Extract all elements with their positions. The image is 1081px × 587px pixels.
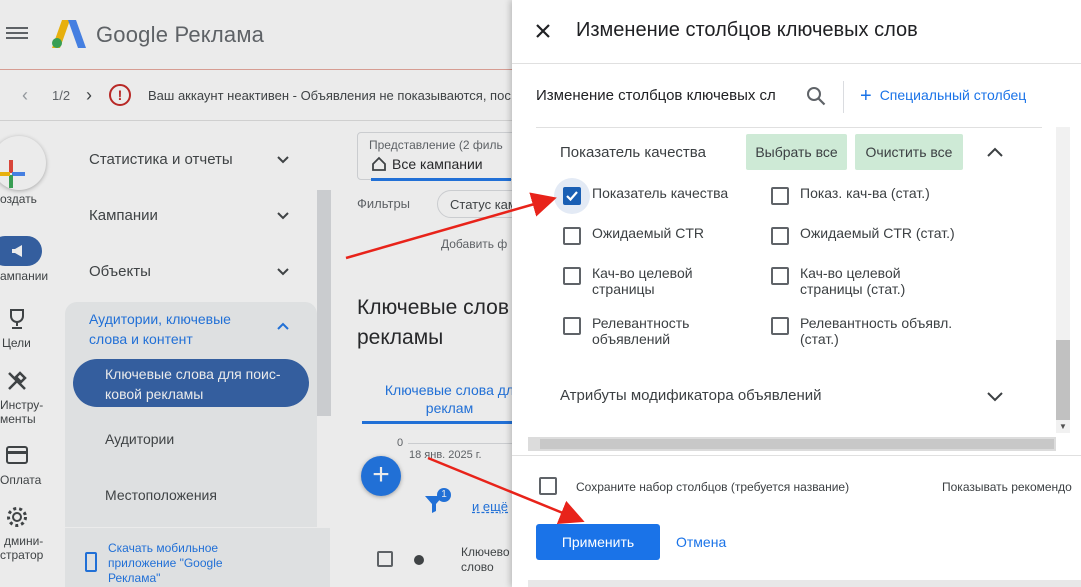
select-all-button[interactable]: Выбрать все [746,134,847,170]
checkbox-label: Кач-во целевой страницы (стат.) [800,265,905,297]
modal-scrim[interactable] [0,0,512,587]
checkbox-label: Показатель качества [592,185,728,201]
checkbox-quality-score[interactable] [563,187,581,205]
custom-column-button[interactable]: + Специальный столбец [860,85,1026,108]
checkbox-expected-ctr[interactable] [563,227,581,245]
search-divider [843,81,844,113]
label-line1: Релевантность объявл. [800,315,953,331]
label-line1: Показатель качества [592,185,729,201]
checkbox-label: Ожидаемый CTR (стат.) [800,225,955,241]
label-line1: Кач-во целевой [800,265,901,281]
label-line1: Ожидаемый CTR [592,225,704,241]
checkbox-expected-ctr-hist[interactable] [771,227,789,245]
chevron-up-icon[interactable] [984,142,1006,164]
checkbox-landing-page-hist[interactable] [771,267,789,285]
checkbox-landing-page[interactable] [563,267,581,285]
clear-all-button[interactable]: Очистить все [855,134,963,170]
scroll-down-icon[interactable]: ▼ [1056,420,1070,434]
apply-button[interactable]: Применить [536,524,660,560]
checkbox-quality-score-hist[interactable] [771,187,789,205]
checkbox-ad-relevance[interactable] [563,317,581,335]
panel-header: Изменение столбцов ключевых слов [512,0,1081,64]
plus-icon: + [860,85,872,107]
show-recommendations-label: Показывать рекомендо [942,480,1072,494]
label-line2: (стат.) [800,331,839,347]
label-line1: Показ. кач-ва (стат.) [800,185,930,201]
label-line1: Кач-во целевой [592,265,693,281]
close-icon[interactable] [530,18,556,44]
label-line2: объявлений [592,331,671,347]
footer-divider [512,455,1081,456]
panel-title: Изменение столбцов ключевых слов [576,19,918,41]
label-line1: Ожидаемый CTR (стат.) [800,225,955,241]
column-search-input[interactable]: Изменение столбцов ключевых сл [536,87,804,104]
panel-bottom-bar [528,580,1081,587]
checkbox-ad-relevance-hist[interactable] [771,317,789,335]
save-column-set-label: Сохраните набор столбцов (требуется назв… [576,480,850,494]
checkmark-icon [566,191,578,202]
checkbox-label: Показ. кач-ва (стат.) [800,185,930,201]
checkbox-save-column-set[interactable] [539,477,557,495]
custom-column-label: Специальный столбец [879,87,1027,103]
checkbox-label: Релевантность объявлений [592,315,689,347]
cancel-button[interactable]: Отмена [676,534,726,550]
label-line1: Релевантность [592,315,690,331]
panel-scrollbar[interactable] [1056,340,1070,420]
search-icon[interactable] [805,85,827,107]
horizontal-scrollbar[interactable] [540,439,1054,449]
section-title-quality: Показатель качества [560,144,706,161]
checkbox-label: Релевантность объявл. (стат.) [800,315,952,347]
label-line2: страницы (стат.) [800,281,906,297]
column-search-area: Изменение столбцов ключевых сл + Специаль… [512,65,1081,127]
checkbox-label: Кач-во целевой страницы [592,265,693,297]
checkbox-label: Ожидаемый CTR [592,225,704,241]
edit-columns-panel: Изменение столбцов ключевых слов Изменен… [512,0,1081,587]
chevron-down-icon[interactable] [984,385,1006,407]
section-title-ad-modifiers[interactable]: Атрибуты модификатора объявлений [560,387,822,404]
section-divider [536,127,1042,128]
label-line2: страницы [592,281,655,297]
